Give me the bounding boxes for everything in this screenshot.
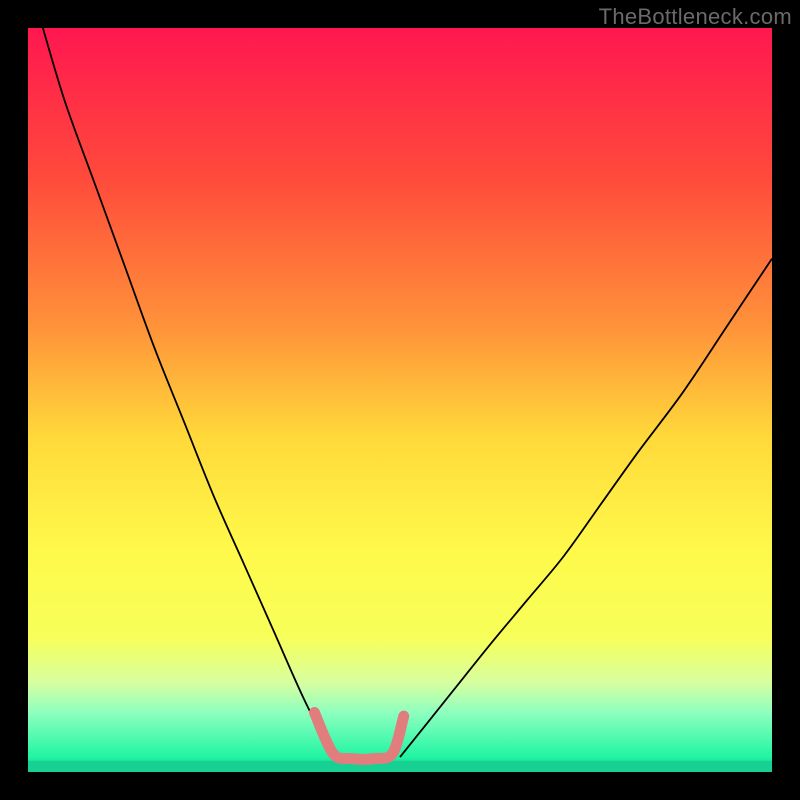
watermark-text: TheBottleneck.com <box>599 4 792 30</box>
chart-frame: TheBottleneck.com <box>0 0 800 800</box>
bottom-green-band <box>28 761 772 772</box>
bottleneck-curve-chart <box>28 28 772 772</box>
gradient-background <box>28 28 772 772</box>
plot-area <box>28 28 772 772</box>
